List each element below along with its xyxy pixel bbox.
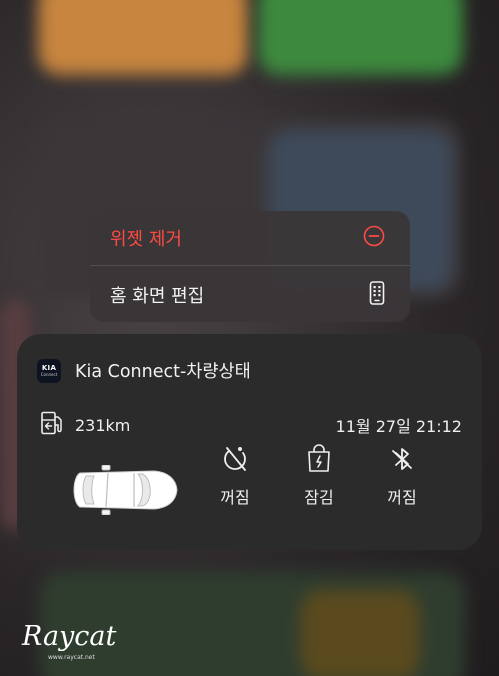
climate-status-label: 꺼짐 bbox=[220, 488, 250, 507]
watermark-url: www.raycat.net bbox=[48, 654, 95, 661]
bluetooth-status-label: 꺼짐 bbox=[387, 488, 417, 507]
car-top-view-icon bbox=[72, 464, 180, 519]
watermark-text: Raycat bbox=[22, 621, 117, 652]
climate-status[interactable]: 꺼짐 bbox=[205, 444, 265, 508]
raycat-watermark: Raycat www.raycat.net bbox=[22, 621, 117, 662]
bluetooth-status[interactable]: 꺼짐 bbox=[372, 444, 432, 508]
fuel-pump-icon bbox=[39, 410, 65, 440]
bluetooth-off-icon bbox=[387, 444, 417, 478]
app-icon-subtext: Connect bbox=[40, 372, 58, 377]
door-lock-status-label: 잠김 bbox=[304, 488, 334, 507]
minus-circle-icon bbox=[363, 225, 385, 251]
blurred-widget-orange bbox=[38, 0, 248, 75]
kia-connect-widget[interactable]: KIA Connect Kia Connect-차량상태 231km 11월 2… bbox=[17, 334, 482, 550]
app-icon-logo: KIA bbox=[41, 364, 57, 372]
last-update-timestamp: 11월 27일 21:12 bbox=[335, 417, 462, 436]
blurred-widget-bottom-art bbox=[300, 590, 420, 676]
remove-widget-menu-item[interactable]: 위젯 제거 bbox=[90, 211, 410, 266]
blurred-widget-green bbox=[258, 0, 463, 75]
range-value: 231km bbox=[75, 415, 131, 435]
edit-home-screen-menu-item[interactable]: 홈 화면 편집 bbox=[90, 267, 410, 322]
climate-off-icon bbox=[220, 444, 250, 478]
edit-home-screen-label: 홈 화면 편집 bbox=[110, 285, 205, 307]
widget-title: Kia Connect-차량상태 bbox=[75, 362, 251, 382]
driving-range: 231km bbox=[39, 410, 130, 440]
widget-header: KIA Connect Kia Connect-차량상태 bbox=[37, 358, 251, 383]
door-lock-icon bbox=[304, 444, 334, 478]
widget-context-menu: 위젯 제거 홈 화면 편집 bbox=[90, 211, 410, 322]
remove-widget-label: 위젯 제거 bbox=[110, 229, 182, 250]
kia-connect-app-icon: KIA Connect bbox=[37, 358, 61, 383]
phone-apps-icon bbox=[369, 280, 385, 309]
door-lock-status[interactable]: 잠김 bbox=[289, 444, 349, 508]
